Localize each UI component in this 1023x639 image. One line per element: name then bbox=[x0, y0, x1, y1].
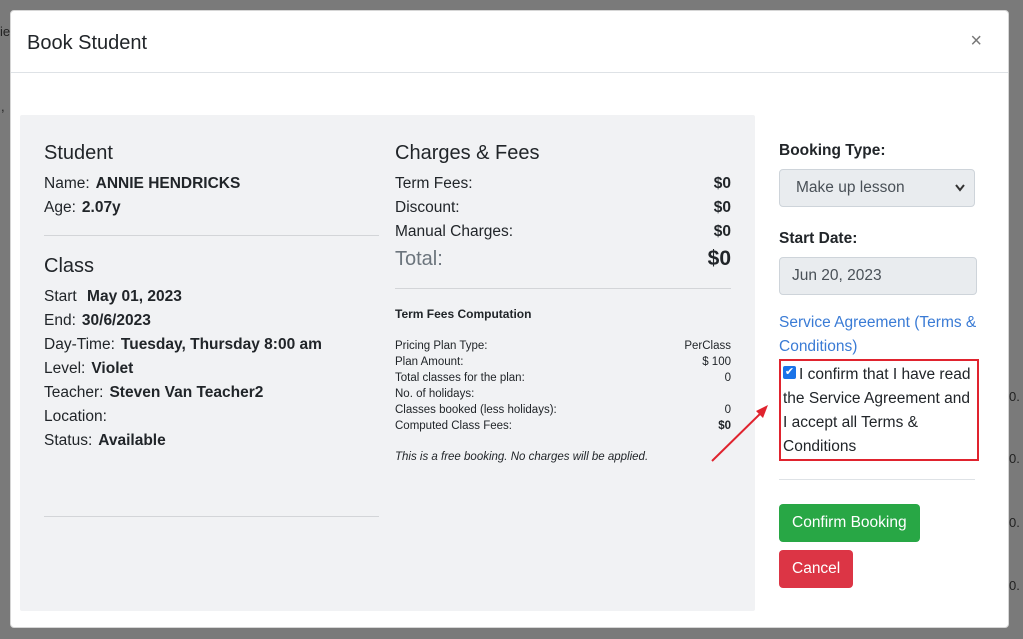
student-age-row: Age: 2.07y bbox=[44, 196, 379, 220]
divider bbox=[779, 479, 975, 480]
computation-label: Plan Amount: bbox=[395, 356, 464, 368]
class-end-row: End: 30/6/2023 bbox=[44, 309, 379, 333]
class-teacher-row: Teacher: Steven Van Teacher2 bbox=[44, 381, 379, 405]
class-daytime: Tuesday, Thursday 8:00 am bbox=[120, 336, 322, 353]
start-date-input[interactable]: Jun 20, 2023 bbox=[779, 257, 977, 295]
computation-row: Classes booked (less holidays): 0 bbox=[395, 402, 731, 418]
start-date-label: Start Date: bbox=[779, 230, 858, 247]
booking-options: Booking Type: Make up lesson Start Date:… bbox=[779, 139, 979, 588]
background-number-fragment: 0. bbox=[1009, 389, 1020, 404]
class-start: May 01, 2023 bbox=[87, 288, 182, 305]
cancel-button[interactable]: Cancel bbox=[779, 550, 854, 588]
end-label: End: bbox=[44, 312, 76, 329]
class-location-row: Location: bbox=[44, 405, 379, 429]
charges-column: Charges & Fees Term Fees: $0 Discount: $… bbox=[395, 141, 731, 463]
class-level: Violet bbox=[91, 360, 134, 377]
divider bbox=[44, 235, 379, 236]
start-label: Start bbox=[44, 288, 77, 305]
computation-value: 0 bbox=[724, 404, 731, 416]
fee-value: $0 bbox=[713, 175, 731, 192]
booking-type-value: Make up lesson bbox=[796, 179, 905, 196]
background-text-fragment: , bbox=[1, 99, 5, 114]
background-text-fragment: ie bbox=[0, 24, 11, 39]
student-class-column: Student Name: ANNIE HENDRICKS Age: 2.07y C… bbox=[44, 141, 379, 517]
modal-header: Book Student × bbox=[11, 11, 1008, 73]
confirm-checkbox[interactable]: ✔ bbox=[783, 366, 796, 380]
location-label: Location: bbox=[44, 408, 107, 425]
fee-row: Discount: $0 bbox=[395, 196, 731, 220]
student-name-row: Name: ANNIE HENDRICKS bbox=[44, 172, 379, 196]
class-level-row: Level: Violet bbox=[44, 357, 379, 381]
book-student-modal: Book Student × Student Name: ANNIE HENDRI… bbox=[10, 10, 1009, 628]
service-agreement-link[interactable]: Service Agreement (Terms & Conditions) bbox=[779, 311, 979, 359]
computation-list: Pricing Plan Type: PerClass Plan Amount:… bbox=[395, 338, 731, 434]
modal-title: Book Student bbox=[27, 32, 148, 54]
fee-row: Term Fees: $0 bbox=[395, 172, 731, 196]
class-heading: Class bbox=[44, 255, 95, 277]
total-value: $0 bbox=[707, 247, 731, 270]
computation-row: Computed Class Fees: $0 bbox=[395, 418, 731, 434]
total-row: Total: $0 bbox=[395, 244, 731, 274]
free-booking-note: This is a free booking. No charges will … bbox=[395, 451, 649, 463]
confirm-agreement-text: I confirm that I have read the Service A… bbox=[783, 366, 971, 455]
computation-title: Term Fees Computation bbox=[395, 307, 532, 321]
class-teacher: Steven Van Teacher2 bbox=[109, 384, 264, 401]
fee-label: Discount: bbox=[395, 199, 460, 216]
computation-row: Plan Amount: $ 100 bbox=[395, 354, 731, 370]
fee-row: Manual Charges: $0 bbox=[395, 220, 731, 244]
divider bbox=[395, 288, 731, 289]
confirm-agreement-highlight: ✔ I confirm that I have read the Service … bbox=[779, 359, 979, 461]
fee-value: $0 bbox=[713, 223, 731, 240]
name-label: Name: bbox=[44, 175, 90, 192]
background-number-fragment: 0. bbox=[1009, 578, 1020, 593]
divider bbox=[44, 516, 379, 517]
charges-heading: Charges & Fees bbox=[395, 142, 540, 164]
teacher-label: Teacher: bbox=[44, 384, 104, 401]
computation-row: No. of holidays: bbox=[395, 386, 731, 402]
student-heading: Student bbox=[44, 142, 113, 164]
booking-type-label: Booking Type: bbox=[779, 142, 886, 159]
class-status-row: Status: Available bbox=[44, 429, 379, 453]
level-label: Level: bbox=[44, 360, 86, 377]
computation-value: PerClass bbox=[684, 340, 731, 352]
booking-type-select[interactable]: Make up lesson bbox=[779, 169, 975, 207]
close-button[interactable]: × bbox=[970, 31, 982, 51]
class-start-row: Start May 01, 2023 bbox=[44, 285, 379, 309]
background-number-fragment: 0. bbox=[1009, 451, 1020, 466]
computation-value: $ 100 bbox=[702, 356, 731, 368]
daytime-label: Day-Time: bbox=[44, 336, 115, 353]
computation-row: Pricing Plan Type: PerClass bbox=[395, 338, 731, 354]
booking-details-panel: Student Name: ANNIE HENDRICKS Age: 2.07y C… bbox=[20, 115, 755, 611]
computation-label: Computed Class Fees: bbox=[395, 420, 512, 432]
charges-list: Term Fees: $0 Discount: $0 Manual Charge… bbox=[395, 172, 731, 274]
student-age: 2.07y bbox=[81, 199, 121, 216]
total-label: Total: bbox=[395, 248, 443, 270]
fee-label: Term Fees: bbox=[395, 175, 473, 192]
class-end: 30/6/2023 bbox=[81, 312, 151, 329]
class-status: Available bbox=[98, 432, 166, 449]
age-label: Age: bbox=[44, 199, 76, 216]
computation-label: Classes booked (less holidays): bbox=[395, 404, 557, 416]
class-daytime-row: Day-Time: Tuesday, Thursday 8:00 am bbox=[44, 333, 379, 357]
fee-label: Manual Charges: bbox=[395, 223, 514, 240]
computation-row: Total classes for the plan: 0 bbox=[395, 370, 731, 386]
fee-value: $0 bbox=[713, 199, 731, 216]
student-name: ANNIE HENDRICKS bbox=[95, 175, 241, 192]
status-label: Status: bbox=[44, 432, 93, 449]
chevron-down-icon bbox=[954, 170, 966, 220]
computation-value: $0 bbox=[718, 420, 731, 432]
computation-label: Total classes for the plan: bbox=[395, 372, 525, 384]
confirm-booking-button[interactable]: Confirm Booking bbox=[779, 504, 920, 542]
computation-value: 0 bbox=[724, 372, 731, 384]
computation-label: Pricing Plan Type: bbox=[395, 340, 488, 352]
computation-label: No. of holidays: bbox=[395, 388, 475, 400]
background-number-fragment: 0. bbox=[1009, 515, 1020, 530]
